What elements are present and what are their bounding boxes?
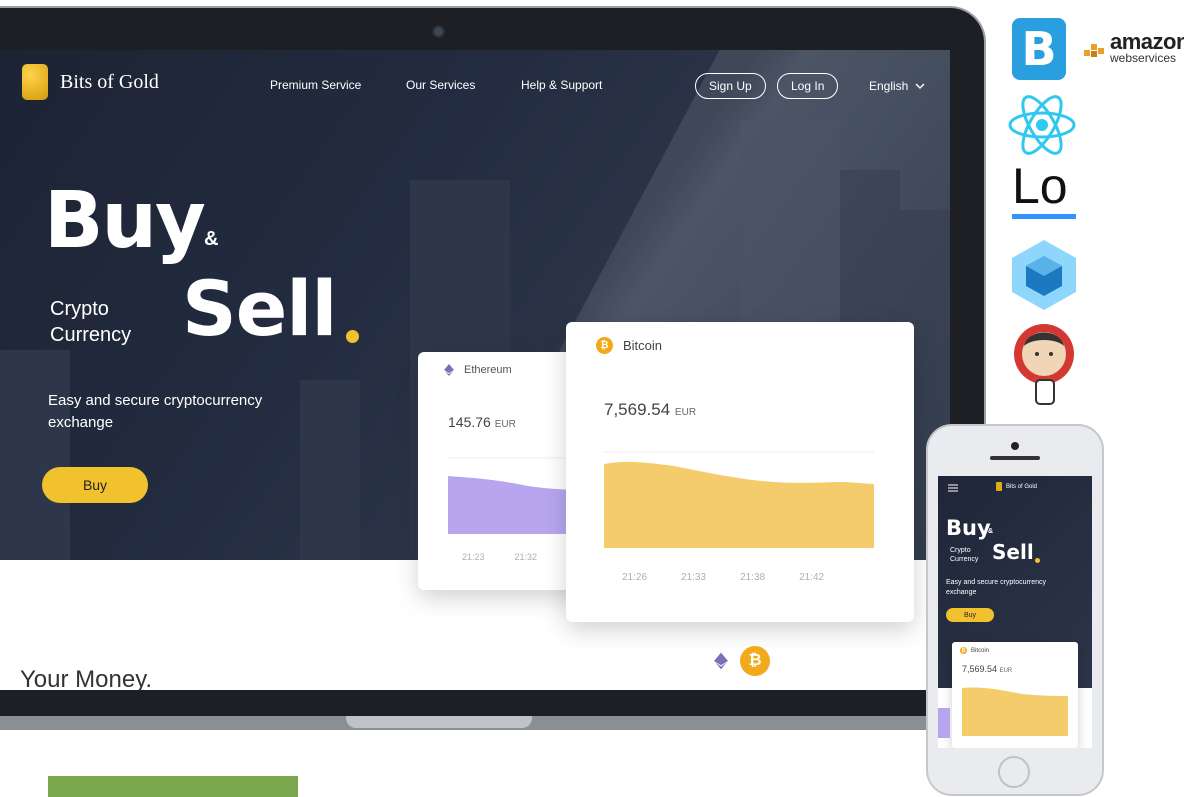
nav-our-services[interactable]: Our Services [406,78,475,92]
bitcoin-icon[interactable]: ₿ [740,646,770,676]
lodash-logo: Lo [1012,160,1076,219]
bitcoin-price-unit: EUR [674,407,697,418]
hero-accent-dot [346,330,359,343]
aws-subtitle: webservices [1110,51,1177,65]
phone-accent-dot [1035,558,1040,563]
hero-ampersand: & [204,228,219,250]
bitcoin-card-header: ₿ Bitcoin [596,337,662,354]
phone-buy-button[interactable]: Buy [946,608,994,622]
laptop-underside [48,776,298,797]
ethereum-tick: 21:23 [462,552,485,562]
bits-of-gold-logo-icon [22,64,48,100]
bits-of-gold-logo-icon [996,482,1002,491]
language-selector[interactable]: English [869,79,925,93]
phone-bitcoin-card[interactable]: ₿ Bitcoin 7,569.54 EUR [952,642,1078,748]
phone-bitcoin-title: Bitcoin [971,647,990,654]
ethereum-card[interactable]: Ethereum 145.76 EUR 21:23 21:32 [418,352,588,590]
bitcoin-tick: 21:26 [622,572,648,583]
phone-logo-text: Bits of Gold [1006,483,1038,490]
skyline-building [300,380,360,560]
lodash-underline [1012,214,1076,219]
aws-logo-icon [1084,44,1104,57]
ethereum-icon [444,364,454,376]
jenkins-logo-icon [1014,324,1074,405]
nav-help-support[interactable]: Help & Support [521,78,602,92]
ethereum-tick: 21:32 [514,552,538,562]
bitcoin-icon: ₿ [960,647,967,654]
hero-buy-button[interactable]: Buy [42,467,148,503]
phone-bitcoin-price-value: 7,569.54 [962,664,998,674]
nav-premium-service[interactable]: Premium Service [270,78,361,92]
ethereum-price: 145.76 EUR [448,414,516,430]
phone-ethereum-chart-edge [938,708,950,738]
phone-crypto-line: Crypto [950,547,971,554]
laptop-camera [434,27,443,36]
chevron-down-icon [915,83,925,90]
section-heading: Your Money. [20,666,153,690]
ethereum-card-title: Ethereum [464,364,512,376]
aws-wordmark: amazon [1110,29,1184,54]
language-label: English [869,79,909,93]
phone-bitcoin-card-header: ₿ Bitcoin [960,647,989,654]
bitcoin-card[interactable]: ₿ Bitcoin 7,569.54 EUR 21:26 21:33 21:38… [566,322,914,622]
ethereum-price-unit: EUR [494,419,516,430]
bitcoin-price-value: 7,569.54 [604,400,671,419]
phone-crypto-currency: Crypto Currency [950,546,978,564]
phone-ampersand: & [988,528,994,535]
ethereum-chart-ticks: 21:23 21:32 [462,552,537,562]
menu-icon[interactable] [948,484,958,492]
phone-bitcoin-chart [962,687,1068,736]
phone-camera [1011,442,1019,450]
bitcoin-chart-ticks: 21:26 21:33 21:38 21:42 [622,572,824,583]
site-logo-text: Bits of Gold [60,70,159,93]
hero-crypto-line: Crypto [50,298,109,320]
hero-currency-line: Currency [50,324,132,346]
hero-tagline: Easy and secure cryptocurrency exchange [48,392,263,431]
phone-frame: Bits of Gold Buy & Crypto Currency Sell … [926,424,1104,796]
hero-sell-heading: Sell [182,264,337,353]
bitcoin-price-chart [604,451,874,548]
phone-screen: Bits of Gold Buy & Crypto Currency Sell … [938,476,1092,748]
bitcoin-icon: ₿ [596,337,613,354]
phone-bitcoin-price-unit: EUR [999,668,1013,674]
phone-currency-line: Currency [950,556,979,563]
log-in-button[interactable]: Log In [777,73,839,99]
laptop-screen: Bits of Gold Premium Service Our Service… [0,50,950,690]
laptop-notch [346,716,532,728]
showcase-stage: Bits of Gold Premium Service Our Service… [0,0,1184,797]
bootstrap-logo-icon: B [1012,18,1066,80]
ethereum-price-value: 145.76 [448,414,491,430]
ethereum-icon[interactable] [714,652,728,670]
phone-tagline: Easy and secure cryptocurrency exchange [946,579,1046,596]
bitcoin-tick: 21:38 [740,572,766,583]
phone-buy-heading: Buy [946,516,991,540]
bitcoin-price: 7,569.54 EUR [604,400,696,420]
webpack-logo-icon [1012,240,1076,310]
site-logo[interactable]: Bits of Gold [22,64,159,100]
phone-speaker [990,456,1040,460]
bitcoin-tick: 21:42 [799,572,825,583]
bitcoin-card-title: Bitcoin [623,338,663,353]
react-logo-icon [1008,95,1076,155]
hero-crypto-currency: Crypto Currency [50,296,131,348]
bitcoin-tick: 21:33 [681,572,707,583]
phone-logo[interactable]: Bits of Gold [996,482,1037,491]
phone-bitcoin-price: 7,569.54 EUR [962,664,1012,674]
skyline-building [0,350,70,560]
phone-home-button[interactable] [998,756,1030,788]
hero-buy-heading: Buy [44,176,206,266]
lodash-logo-text: Lo [1012,158,1068,214]
sign-up-button[interactable]: Sign Up [695,73,766,99]
aws-logo: amazon webservices [1084,29,1184,65]
phone-sell-heading: Sell [992,540,1034,564]
ethereum-card-header: Ethereum [444,364,512,376]
